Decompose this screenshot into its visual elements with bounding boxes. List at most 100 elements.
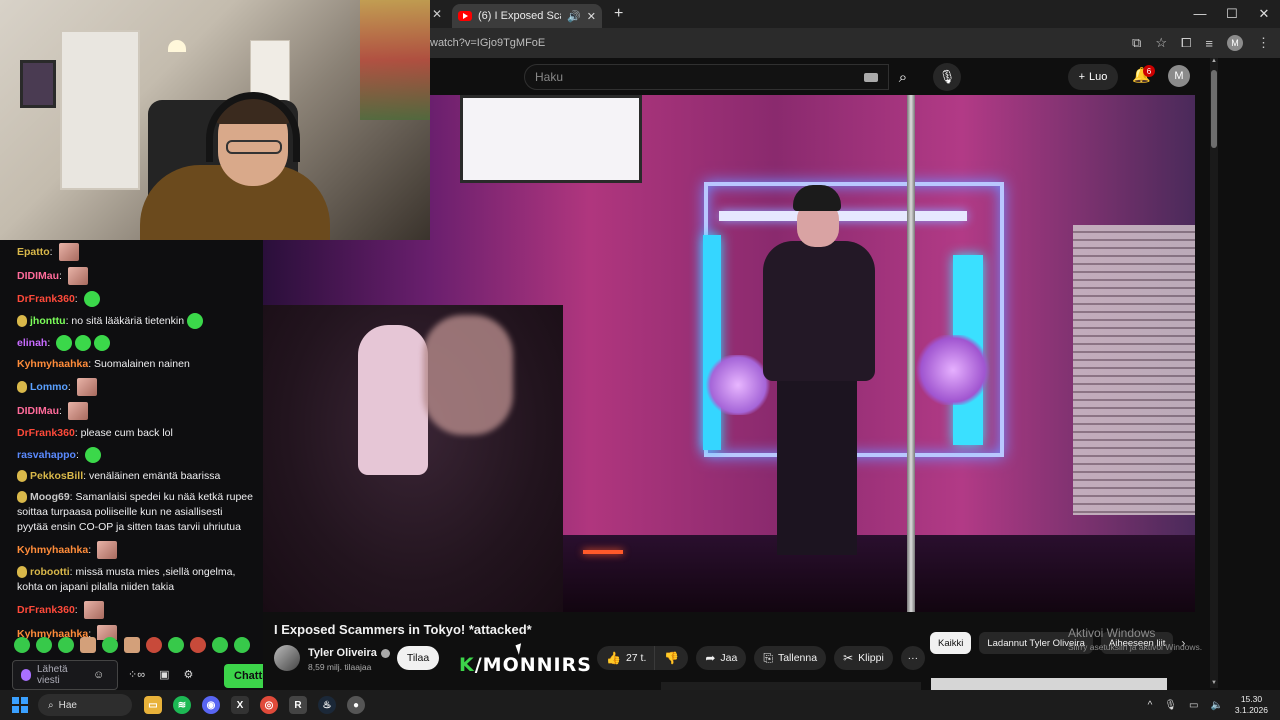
emote-icon[interactable] (234, 637, 250, 653)
keyboard-icon[interactable] (864, 73, 878, 82)
chat-emote-icon[interactable] (187, 313, 204, 329)
emote-icon[interactable] (58, 637, 74, 653)
chat-username[interactable]: Kyhmyhaahka (17, 358, 88, 370)
chat-mic-icon[interactable] (21, 669, 31, 681)
tray-chevron-up-icon[interactable]: ^ (1148, 700, 1153, 711)
store-icon[interactable]: ▣ (159, 668, 169, 681)
chat-emote-icon[interactable] (75, 335, 92, 351)
browser-tab-youtube[interactable]: (6) I Exposed Scammers in T 🔊 ✕ (452, 4, 602, 28)
scrollbar-thumb[interactable] (1211, 70, 1217, 148)
chat-input[interactable]: Lähetä viesti ☺ (12, 660, 118, 690)
chat-emote-icon[interactable] (83, 601, 104, 619)
chat-username[interactable]: DrFrank360 (17, 293, 75, 305)
chat-username[interactable]: robootti (30, 566, 70, 578)
chat-emote-icon[interactable] (97, 541, 118, 559)
taskbar-search[interactable]: ⌕ Hae (38, 694, 132, 716)
emote-icon[interactable] (146, 637, 162, 653)
scroll-down-icon[interactable]: ▼ (1210, 680, 1218, 688)
channel-points-icon[interactable]: ⁘∞ (128, 668, 145, 681)
emoji-picker-icon[interactable]: ☺ (93, 669, 104, 681)
emote-icon[interactable] (168, 637, 184, 653)
chat-badge-icon[interactable] (17, 470, 27, 483)
search-button[interactable]: ⌕ (889, 64, 917, 90)
emote-icon[interactable] (124, 637, 140, 653)
close-window-icon[interactable]: ✕ (1248, 6, 1280, 22)
steam-icon[interactable]: ♨ (318, 696, 336, 714)
chat-badge-icon[interactable] (17, 381, 27, 393)
chip-all[interactable]: Kaikki (930, 632, 972, 654)
chat-emote-icon[interactable] (58, 243, 79, 261)
emote-icon[interactable] (102, 637, 118, 653)
tray-volume-icon[interactable]: 🔈 (1210, 700, 1222, 711)
chat-emote-icon[interactable] (76, 378, 97, 396)
chat-username[interactable]: elinah (17, 337, 47, 349)
clip-button[interactable]: ✂ Klippi (834, 646, 893, 670)
install-app-icon[interactable]: ⧉ (1132, 35, 1141, 51)
recommended-video-thumbnail[interactable] (931, 678, 1167, 690)
chrome-icon[interactable]: ◎ (260, 696, 278, 714)
scroll-up-icon[interactable]: ▲ (1210, 58, 1218, 66)
spotify-icon[interactable]: ≋ (173, 696, 191, 714)
chat-emote-icon[interactable] (84, 447, 101, 463)
discord-icon[interactable]: ◉ (202, 696, 220, 714)
emote-icon[interactable] (80, 637, 96, 653)
create-button[interactable]: + Luo (1068, 64, 1118, 90)
browser-profile-avatar[interactable]: M (1227, 35, 1243, 51)
emote-icon[interactable] (190, 637, 206, 653)
chat-username[interactable]: DrFrank360 (17, 427, 75, 439)
voice-search-button[interactable]: 🎙 (933, 63, 961, 91)
chat-send-button[interactable]: Chatti (224, 664, 263, 688)
chat-username[interactable]: Lommo (30, 381, 68, 393)
taskbar-clock[interactable]: 15.30 3.1.2026 (1235, 694, 1268, 716)
chat-username[interactable]: Epatto (17, 246, 50, 258)
prev-tab-close-icon[interactable]: ✕ (430, 7, 444, 21)
github-icon[interactable]: ● (347, 696, 365, 714)
chat-username[interactable]: DrFrank360 (17, 604, 75, 616)
chat-username[interactable]: Moog69 (30, 491, 70, 503)
chat-badge-icon[interactable] (17, 566, 27, 579)
chat-username[interactable]: DIDIMau (17, 405, 59, 417)
tab-close-icon[interactable]: ✕ (587, 10, 596, 23)
share-button[interactable]: ➦ Jaa (696, 646, 747, 670)
chat-emote-icon[interactable] (83, 291, 100, 307)
chat-badge-icon[interactable] (17, 491, 27, 504)
page-scrollbar[interactable]: ▲ ▼ (1210, 58, 1218, 688)
browser-menu-icon[interactable]: ⋮ (1257, 35, 1270, 51)
save-button[interactable]: ⎘ Tallenna (754, 646, 827, 670)
tab-audio-icon[interactable]: 🔊 (567, 10, 581, 23)
maximize-icon[interactable]: ☐ (1216, 6, 1248, 22)
extensions-icon[interactable]: ⧠ (1181, 35, 1191, 51)
more-actions-button[interactable]: ··· (900, 646, 925, 670)
emote-icon[interactable] (212, 637, 228, 653)
chat-message-list[interactable]: Epatto: DIDIMau: DrFrank360: jhonttu: no… (0, 240, 263, 640)
chat-emote-icon[interactable] (56, 335, 73, 351)
minimize-icon[interactable]: — (1184, 6, 1216, 22)
tray-mic-icon[interactable]: 🎙 (1164, 700, 1177, 711)
bookmark-star-icon[interactable]: ☆ (1155, 35, 1167, 51)
dislike-button[interactable]: 👎 (654, 646, 689, 670)
url-field[interactable]: watch?v=IGjo9TgMFoE (430, 37, 1132, 49)
file-explorer-icon[interactable]: ▭ (144, 696, 162, 714)
x-app-icon[interactable]: X (231, 696, 249, 714)
chat-username[interactable]: jhonttu (30, 315, 66, 327)
chat-username[interactable]: Kyhmyhaahka (17, 544, 88, 556)
chat-username[interactable]: PekkosBill (30, 470, 83, 482)
chat-emote-icon[interactable] (67, 267, 88, 285)
like-button[interactable]: 👍 27 t. (597, 646, 655, 670)
channel-name[interactable]: Tyler Oliveira (308, 647, 390, 659)
chat-badge-icon[interactable] (17, 315, 27, 327)
chat-emote-icon[interactable] (67, 402, 88, 420)
tray-network-icon[interactable]: ▭ (1189, 700, 1198, 711)
new-tab-icon[interactable]: + (614, 5, 623, 23)
obs-app-icon[interactable]: R (289, 696, 307, 714)
chat-username[interactable]: DIDIMau (17, 270, 59, 282)
search-input[interactable]: Haku (524, 64, 889, 90)
subscribe-button[interactable]: Tilaa (397, 646, 439, 670)
chat-settings-gear-icon[interactable]: ⚙ (183, 668, 193, 681)
channel-avatar[interactable] (274, 645, 300, 671)
chat-emote-icon[interactable] (94, 335, 111, 351)
emote-icon[interactable] (36, 637, 52, 653)
emote-icon[interactable] (14, 637, 30, 653)
youtube-account-avatar[interactable]: M (1168, 65, 1190, 87)
windows-start-icon[interactable] (12, 697, 28, 713)
